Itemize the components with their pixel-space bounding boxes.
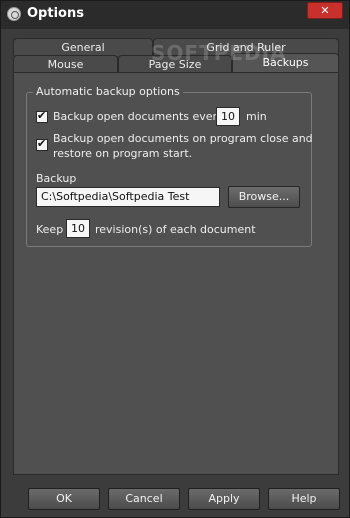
browse-button[interactable]: Browse... (228, 186, 300, 208)
cancel-button[interactable]: Cancel (108, 488, 180, 510)
tab-general[interactable]: General (13, 38, 153, 56)
backup-every-checkbox[interactable] (36, 109, 48, 123)
backup-folder-label: Backup (36, 172, 77, 185)
ok-button[interactable]: OK (28, 488, 100, 510)
app-icon (7, 7, 21, 21)
group-title: Automatic backup options (33, 85, 183, 98)
backup-on-close-label-line2: restore on program start. (53, 147, 193, 160)
backup-folder-input[interactable]: C:\Softpedia\Softpedia Test (36, 187, 220, 207)
revisions-label: revision(s) of each document (95, 223, 256, 236)
keep-label: Keep (36, 223, 64, 236)
help-button[interactable]: Help (268, 488, 340, 510)
keep-revisions-input[interactable]: 10 (66, 219, 90, 238)
window-title: Options (27, 6, 84, 21)
title-bar: Options ✕ (1, 1, 349, 29)
backup-interval-input[interactable]: 10 (216, 107, 240, 126)
tab-page-size[interactable]: Page Size (118, 55, 232, 73)
tab-backups[interactable]: Backups (232, 53, 339, 73)
apply-button[interactable]: Apply (188, 488, 260, 510)
tab-mouse[interactable]: Mouse (13, 55, 118, 73)
backups-panel: Automatic backup options Backup open doc… (13, 72, 339, 475)
backup-every-label: Backup open documents every (53, 110, 224, 123)
backup-on-close-label-line1: Backup open documents on program close a… (53, 132, 313, 145)
options-dialog: Options ✕ General Grid and Ruler Mouse P… (0, 0, 350, 518)
close-button[interactable]: ✕ (307, 2, 343, 19)
backup-on-close-checkbox[interactable] (36, 137, 48, 151)
automatic-backup-group: Automatic backup options Backup open doc… (26, 85, 313, 247)
minutes-label: min (246, 110, 267, 123)
